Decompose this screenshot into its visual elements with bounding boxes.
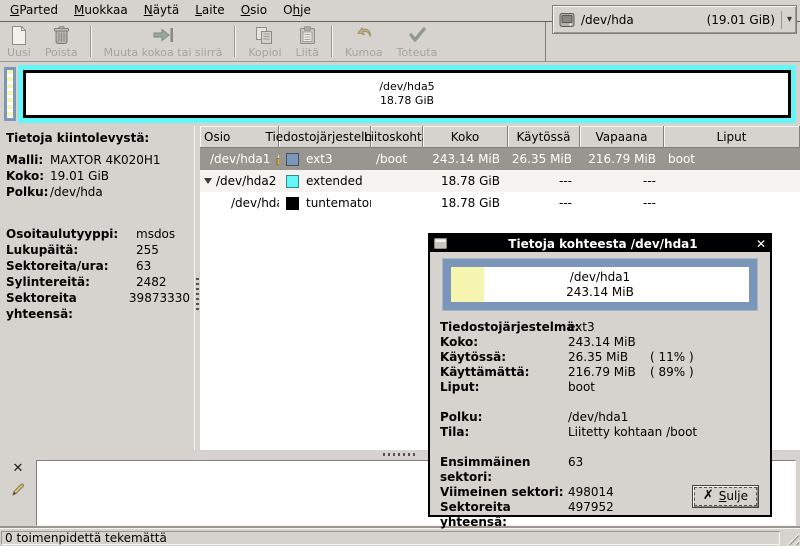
visual-partition-hda5[interactable]: /dev/hda5 18.78 GiB [23,70,791,118]
apply-button[interactable]: Toteuta [390,22,445,61]
pencil-icon [10,482,26,498]
harddisk-icon [559,12,575,28]
device-info-panel: Tietoja kiintolevystä: Malli:MAXTOR 4K02… [0,126,194,450]
dialog-graphic-size: 243.14 MiB [566,285,634,300]
undo-arrow-icon [355,25,373,45]
menu-laite[interactable]: Laite [187,0,232,21]
visual-partition-hda1[interactable] [4,67,16,121]
device-size: (19.01 GiB) [707,13,775,27]
dialog-row: Käytössä:26.35 MiB( 11% ) [440,350,770,365]
dialog-title: Tietoja kohteesta /dev/hda1 [450,237,756,251]
menu-muokkaa[interactable]: Muokkaa [66,0,136,21]
paste-clipboard-icon [299,25,316,45]
fs-color-swatch [286,153,299,166]
device-selector-combo[interactable]: /dev/hda (19.01 GiB) ▾ [552,5,797,34]
info-row: Lukupäitä:255 [6,242,190,258]
fs-color-swatch [286,175,299,188]
toolbar-separator [90,26,92,57]
splitter-handle-dots [383,453,417,456]
table-row-hda1[interactable]: /dev/hda1 ext3 /boot 243.14 MiB 26.35 Mi… [200,148,800,170]
chevron-down-icon[interactable]: ▾ [781,11,792,29]
fs-color-swatch [286,197,299,210]
table-row-hda2[interactable]: /dev/hda2 extended 18.78 GiB --- --- [200,170,800,192]
copy-button[interactable]: Kopioi [241,22,288,61]
delete-partition-button[interactable]: Poista [38,22,85,61]
table-row-hda5[interactable]: /dev/hda5 tuntematon 18.78 GiB --- --- [200,192,800,214]
toolbar-separator [234,26,236,57]
dialog-row: Tiedostojärjestelmä:ext3 [440,320,770,335]
new-document-icon [11,25,27,45]
info-row: Sylintereitä:2482 [6,274,190,290]
dialog-titlebar[interactable]: Tietoja kohteesta /dev/hda1 ✕ [430,235,770,252]
status-text: 0 toimenpidettä tekemättä [5,531,167,545]
dialog-row: Liput:boot [440,380,770,395]
resize-move-button[interactable]: Muuta kokoa tai siirrä [97,22,230,61]
info-row: Malli:MAXTOR 4K020H1 [6,152,190,168]
resize-grip[interactable] [784,530,799,545]
status-message-box: 0 toimenpidettä tekemättä [1,531,780,545]
checkmark-icon [409,25,426,45]
dialog-row: Polku:/dev/hda1 [440,410,770,425]
menu-ohje[interactable]: Ohje [275,0,319,21]
new-partition-button[interactable]: Uusi [0,22,38,61]
copy-icon [255,25,274,45]
info-row: Koko:19.01 GiB [6,168,190,184]
col-header-vapaana[interactable]: Vapaana [580,126,664,148]
toolbar-separator [331,26,333,57]
statusbar: 0 toimenpidettä tekemättä [0,528,800,546]
device-path: /dev/hda [581,13,634,27]
close-pane-icon[interactable]: ✕ [13,462,24,476]
info-row: Sektoreita/ura:63 [6,258,190,274]
close-x-icon: ✗ [703,490,714,502]
partition-info-dialog: Tietoja kohteesta /dev/hda1 ✕ /dev/hda1 … [428,233,772,517]
dialog-row: Käyttämättä:216.79 MiB( 89% ) [440,365,770,380]
resize-arrow-icon [152,25,174,45]
info-row: Osoitaulutyyppi:msdos [6,226,190,242]
info-row: Sektoreita yhteensä:39873330 [6,290,190,322]
col-header-liitoskohta[interactable]: Liitoskohta [371,126,423,148]
dialog-row: Koko:243.14 MiB [440,335,770,350]
menu-gparted[interactable]: GParted [2,0,66,21]
visual-hda5-size: 18.78 GiB [380,94,434,108]
paste-button[interactable]: Liitä [289,22,326,61]
close-button[interactable]: ✗ Sulje [692,485,759,508]
partition-table-header: Osio Tiedostojärjestelmä Liitoskohta Kok… [200,126,800,148]
device-info-title: Tietoja kiintolevystä: [6,131,190,145]
dialog-row: Tila:Liitetty kohtaan /boot [440,425,770,440]
col-header-koko[interactable]: Koko [423,126,508,148]
info-row: Polku:/dev/hda [6,184,190,200]
col-header-liput[interactable]: Liput [664,126,800,148]
menu-nayta[interactable]: Näytä [136,0,188,21]
menu-osio[interactable]: Osio [233,0,275,21]
trash-icon [53,25,70,45]
col-header-tiedostojarjestelma[interactable]: Tiedostojärjestelmä [279,126,371,148]
dialog-close-icon[interactable]: ✕ [756,238,766,250]
dialog-window-icon [434,238,447,249]
visual-partition-hda2-extended[interactable]: /dev/hda5 18.78 GiB [18,65,796,123]
dialog-row: Ensimmäinen sektori:63 [440,455,770,485]
undo-button[interactable]: Kumoa [338,22,390,61]
toolbar-dock-separator [545,22,546,61]
col-header-kaytossa[interactable]: Käytössä [508,126,580,148]
disk-visual-strip: /dev/hda5 18.78 GiB [0,62,800,126]
dialog-graphic-label: /dev/hda1 [570,270,630,285]
dialog-partition-graphic: /dev/hda1 243.14 MiB [442,258,758,311]
visual-hda5-label: /dev/hda5 [379,80,434,94]
expander-triangle-icon[interactable] [204,178,212,184]
splitter-handle-dots [196,278,199,312]
